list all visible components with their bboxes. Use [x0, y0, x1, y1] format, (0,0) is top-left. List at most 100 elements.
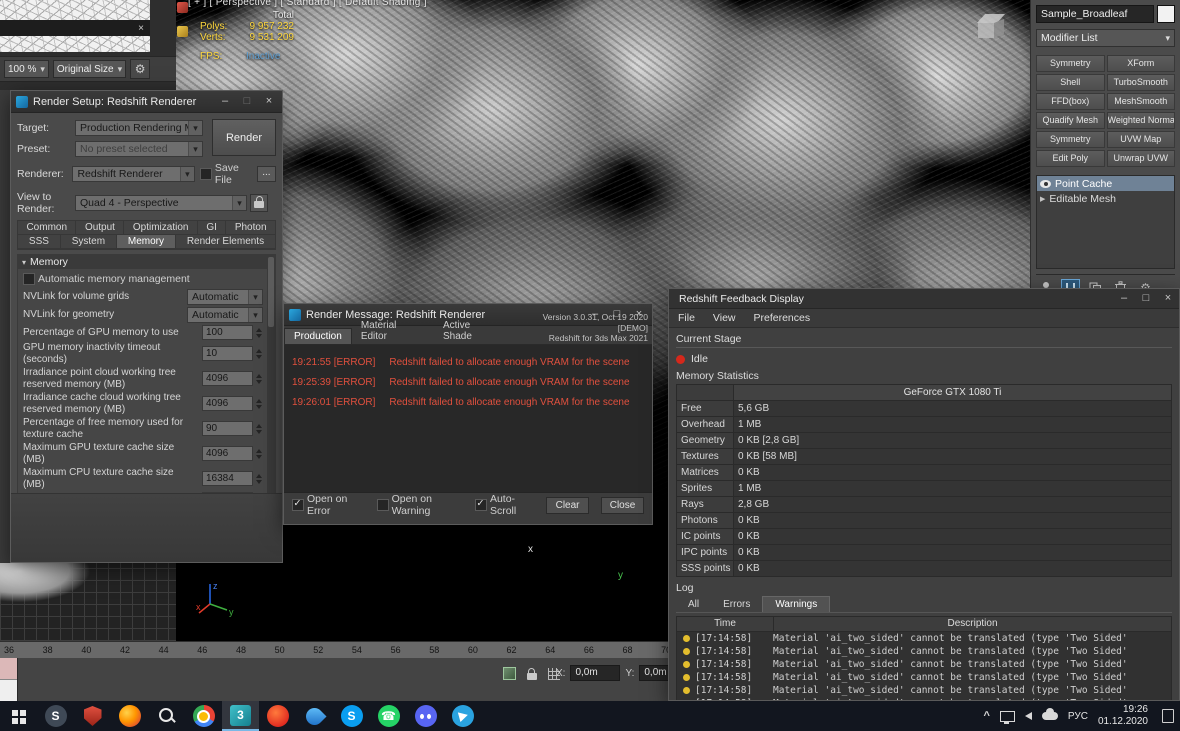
warning-log-list[interactable]: [17:14:58] Material 'ai_two_sided' canno… — [676, 631, 1172, 701]
taskbar-whatsapp[interactable] — [370, 701, 407, 731]
tab-gi[interactable]: GI — [198, 221, 226, 235]
nvlink-geometry-select[interactable]: Automatic — [187, 307, 263, 323]
taskbar-telegram[interactable] — [444, 701, 481, 731]
modifier-button[interactable]: Symmetry — [1036, 131, 1105, 148]
preset-select[interactable]: No preset selected — [75, 141, 203, 157]
spinner-arrows-icon[interactable] — [254, 421, 263, 436]
modifier-button[interactable]: MeshSmooth — [1107, 93, 1176, 110]
timeline-track-bar[interactable]: 36384042444648505254565860626466687072 — [0, 641, 740, 658]
auto-scroll-checkbox[interactable] — [475, 499, 487, 511]
language-indicator[interactable]: РУС — [1068, 711, 1088, 722]
tab-optimization[interactable]: Optimization — [124, 221, 197, 235]
modifier-button[interactable]: Quadify Mesh — [1036, 112, 1105, 129]
log-tab-all[interactable]: All — [676, 597, 711, 612]
modifier-button[interactable]: FFD(box) — [1036, 93, 1105, 110]
taskbar-browser[interactable] — [259, 701, 296, 731]
spinner-arrows-icon[interactable] — [254, 371, 263, 386]
value-spinner[interactable]: 90 — [202, 421, 253, 436]
close-icon[interactable]: × — [1157, 289, 1179, 308]
listener-script-row[interactable] — [0, 680, 17, 701]
modifier-button[interactable]: TurboSmooth — [1107, 74, 1176, 91]
open-on-error-checkbox[interactable] — [292, 499, 304, 511]
nvlink-volume-grids-select[interactable]: Automatic — [187, 289, 263, 305]
tab-common[interactable]: Common — [18, 221, 76, 235]
start-button[interactable] — [0, 701, 37, 731]
zoom-select[interactable]: 100 % — [4, 60, 49, 78]
expand-arrow-icon[interactable]: ▶ — [1040, 195, 1045, 203]
warning-log-row[interactable]: [17:14:58] Material 'ai_two_sided' canno… — [677, 671, 1171, 684]
small-window-titlebar[interactable]: × — [0, 20, 150, 36]
orthographic-viewport-corner[interactable] — [0, 563, 176, 641]
modifier-button[interactable]: XForm — [1107, 55, 1176, 72]
tab-active-shade[interactable]: Active Shade — [434, 318, 511, 344]
spinner-arrows-icon[interactable] — [254, 446, 263, 461]
visibility-eye-icon[interactable] — [1040, 180, 1051, 188]
modifier-button[interactable]: Shell — [1036, 74, 1105, 91]
volume-icon[interactable] — [1025, 712, 1032, 720]
object-name-field[interactable]: Sample_Broadleaf — [1036, 5, 1154, 23]
stack-item-point-cache[interactable]: Point Cache — [1037, 176, 1174, 191]
taskbar-3dsmax[interactable]: 3 — [222, 701, 259, 731]
tab-output[interactable]: Output — [76, 221, 124, 235]
close-icon[interactable]: × — [258, 92, 280, 111]
tab-production[interactable]: Production — [284, 328, 352, 344]
taskbar-app-s[interactable]: S — [37, 701, 74, 731]
taskbar-search[interactable] — [148, 701, 185, 731]
clear-button[interactable]: Clear — [546, 497, 589, 514]
browse-file-button[interactable]: ... — [257, 166, 276, 182]
warning-log-row[interactable]: [17:14:58] Material 'ai_two_sided' canno… — [677, 684, 1171, 697]
minimize-icon[interactable]: – — [214, 92, 236, 111]
value-spinner[interactable]: 100 — [202, 325, 253, 340]
spinner-arrows-icon[interactable] — [254, 346, 263, 361]
lock-view-button[interactable] — [250, 194, 268, 212]
close-button[interactable]: Close — [601, 497, 644, 514]
isolate-selection-icon[interactable] — [502, 666, 517, 681]
log-tab-errors[interactable]: Errors — [711, 597, 762, 612]
modifier-button[interactable]: UVW Map — [1107, 131, 1176, 148]
scrollbar-thumb[interactable] — [268, 257, 274, 327]
renderer-select[interactable]: Redshift Renderer — [72, 166, 194, 182]
tab-sss[interactable]: SSS — [18, 235, 61, 249]
value-spinner[interactable]: 16384 — [202, 471, 253, 486]
maximize-icon[interactable]: □ — [236, 92, 258, 111]
render-setup-titlebar[interactable]: Render Setup: Redshift Renderer – □ × — [11, 91, 282, 113]
modifier-button[interactable]: Edit Poly — [1036, 150, 1105, 167]
clock[interactable]: 19:26 01.12.2020 — [1098, 704, 1148, 728]
value-spinner[interactable]: 4096 — [202, 396, 253, 411]
tray-expand-icon[interactable]: ^ — [983, 710, 989, 722]
spinner-arrows-icon[interactable] — [254, 396, 263, 411]
spinner-arrows-icon[interactable] — [254, 471, 263, 486]
stack-item-editable-mesh[interactable]: ▶ Editable Mesh — [1037, 191, 1174, 206]
tab-material-editor[interactable]: Material Editor — [352, 318, 434, 344]
tab-system[interactable]: System — [61, 235, 117, 249]
onedrive-cloud-icon[interactable] — [1042, 712, 1058, 720]
object-color-swatch[interactable] — [1157, 5, 1175, 23]
value-spinner[interactable]: 10 — [202, 346, 253, 361]
image-size-select[interactable]: Original Size — [53, 60, 126, 78]
modifier-button[interactable]: Symmetry — [1036, 55, 1105, 72]
menu-view[interactable]: View — [704, 312, 745, 324]
tab-memory[interactable]: Memory — [117, 235, 176, 249]
selection-lock-icon[interactable] — [524, 666, 539, 681]
automatic-memory-management-checkbox[interactable] — [23, 273, 35, 285]
viewcube[interactable] — [973, 12, 1015, 52]
target-select[interactable]: Production Rendering Mode — [75, 120, 203, 136]
spinner-arrows-icon[interactable] — [254, 325, 263, 340]
render-button[interactable]: Render — [212, 119, 276, 156]
render-message-log[interactable]: 19:21:55 [ERROR] Redshift failed to allo… — [284, 345, 652, 493]
open-on-warning-checkbox[interactable] — [377, 499, 389, 511]
feedback-titlebar[interactable]: Redshift Feedback Display – □ × — [669, 289, 1179, 309]
x-coordinate-field[interactable]: 0,0m — [570, 665, 620, 681]
notification-center-icon[interactable] — [1162, 709, 1174, 723]
menu-file[interactable]: File — [669, 312, 704, 324]
taskbar-security[interactable] — [74, 701, 111, 731]
gear-icon[interactable] — [130, 59, 150, 79]
warning-log-row[interactable]: [17:14:58] Material 'ai_two_sided' canno… — [677, 632, 1171, 645]
tab-photon[interactable]: Photon — [226, 221, 275, 235]
close-icon[interactable]: × — [132, 19, 150, 38]
viewport-label[interactable]: [ + ] [ Perspective ] [ Standard ] [ Def… — [188, 0, 427, 8]
tab-render-elements[interactable]: Render Elements — [176, 235, 275, 249]
modifier-button[interactable]: Weighted Normals — [1107, 112, 1176, 129]
value-spinner[interactable]: 4096 — [202, 371, 253, 386]
panel-scrollbar[interactable] — [267, 255, 275, 507]
